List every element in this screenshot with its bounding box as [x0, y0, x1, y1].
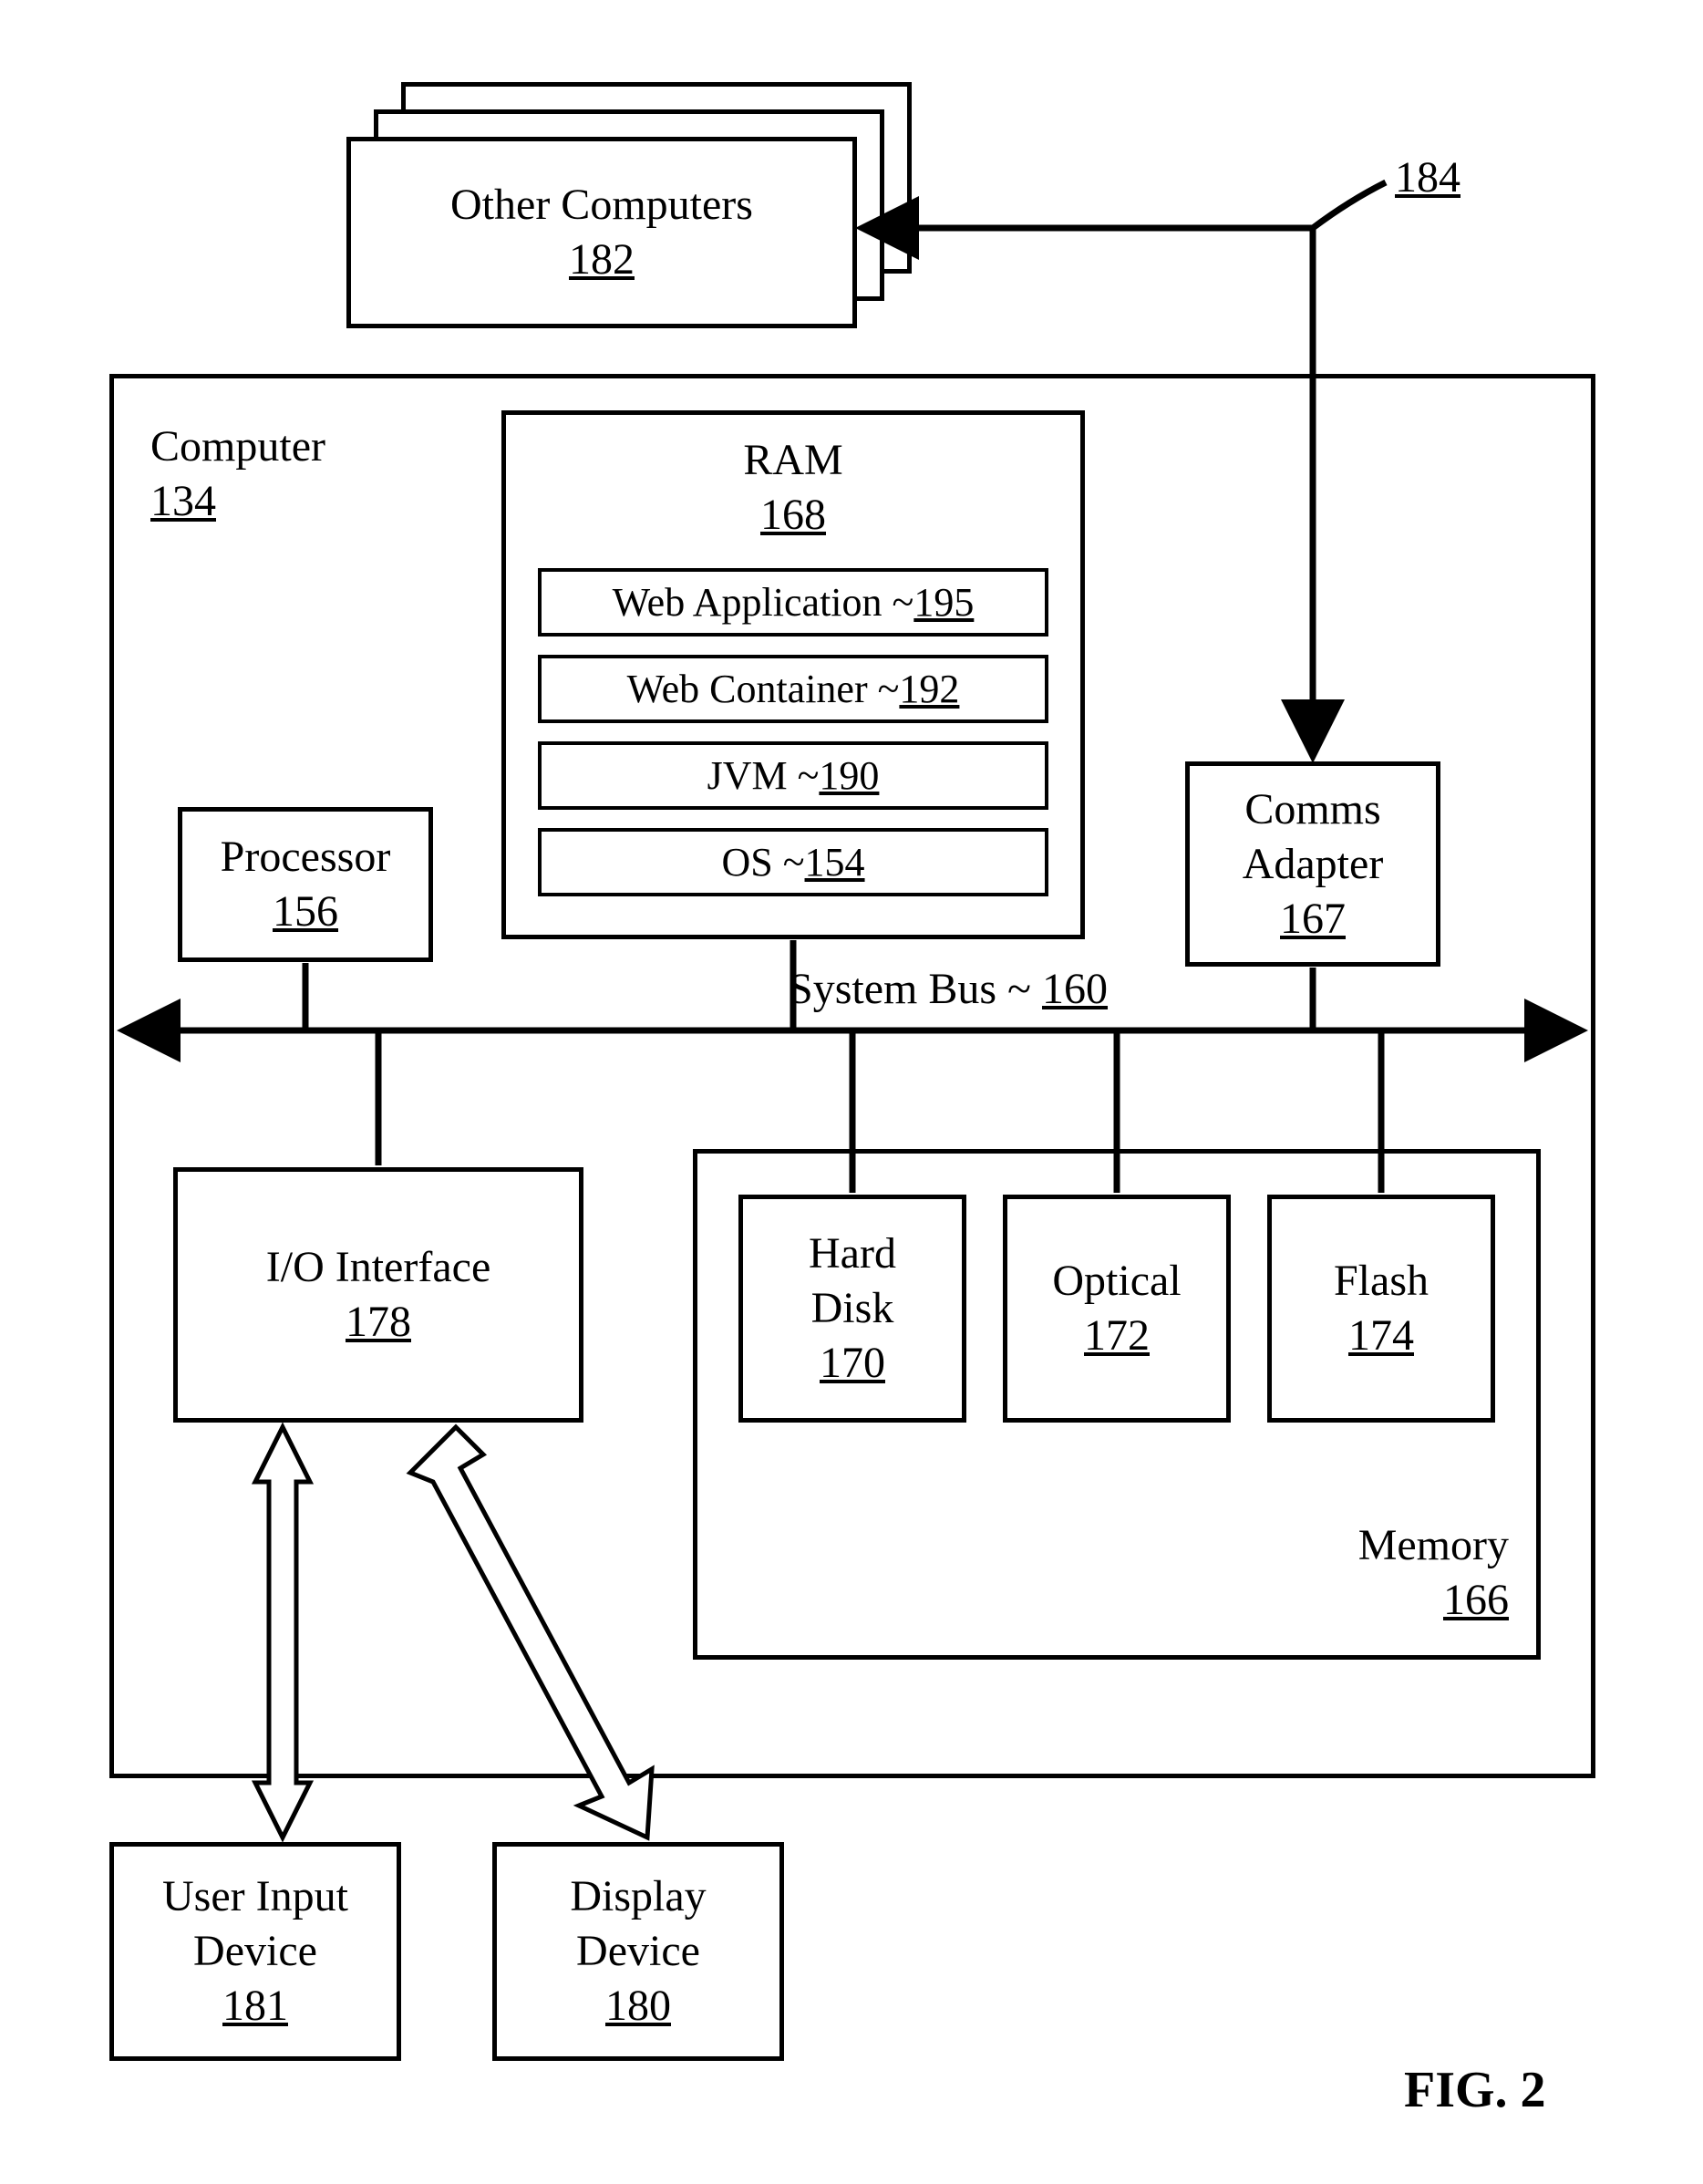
- diagram-canvas: Other Computers 182 184 Computer 134 RAM…: [18, 18, 1703, 2166]
- connectors-svg: [18, 18, 1703, 2166]
